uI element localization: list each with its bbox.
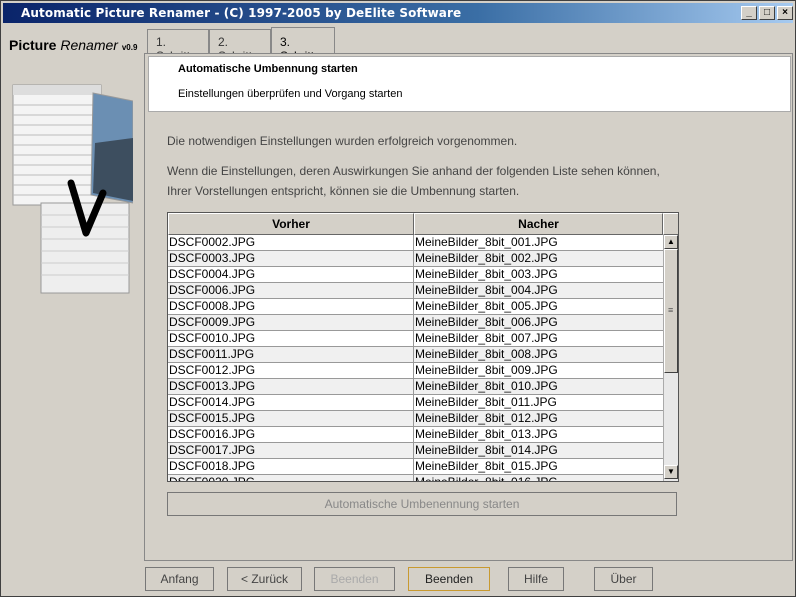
table-row[interactable]: DSCF0012.JPG MeineBilder_8bit_009.JPG (168, 363, 663, 379)
table-row[interactable]: DSCF0014.JPG MeineBilder_8bit_011.JPG (168, 395, 663, 411)
column-header-nacher[interactable]: Nacher (414, 213, 663, 235)
help-button[interactable]: Hilfe (508, 567, 564, 591)
cell-nacher: MeineBilder_8bit_012.JPG (415, 411, 558, 425)
cell-nacher: MeineBilder_8bit_015.JPG (415, 459, 558, 473)
cell-vorher: DSCF0012.JPG (168, 363, 414, 379)
table-row[interactable]: DSCF0002.JPG MeineBilder_8bit_001.JPG (168, 235, 663, 251)
table-row[interactable]: DSCF0004.JPG MeineBilder_8bit_003.JPG (168, 267, 663, 283)
about-button[interactable]: Über (594, 567, 653, 591)
cell-vorher: DSCF0011.JPG (168, 347, 414, 363)
cell-nacher: MeineBilder_8bit_003.JPG (415, 267, 558, 281)
cell-vorher: DSCF0018.JPG (168, 459, 414, 475)
cell-vorher: DSCF0016.JPG (168, 427, 414, 443)
table-row[interactable]: DSCF0020.JPG MeineBilder_8bit_016.JPG (168, 475, 663, 482)
finish-button[interactable]: Beenden (408, 567, 490, 591)
table-row[interactable]: DSCF0016.JPG MeineBilder_8bit_013.JPG (168, 427, 663, 443)
logo-version: v0.9 (121, 43, 138, 52)
close-button[interactable]: × (777, 6, 793, 20)
cell-nacher: MeineBilder_8bit_004.JPG (415, 283, 558, 297)
cell-nacher: MeineBilder_8bit_008.JPG (415, 347, 558, 361)
cell-nacher: MeineBilder_8bit_006.JPG (415, 315, 558, 329)
minimize-button[interactable]: _ (741, 6, 757, 20)
step-subtitle: Einstellungen überprüfen und Vorgang sta… (178, 88, 403, 100)
cell-nacher: MeineBilder_8bit_009.JPG (415, 363, 558, 377)
table-row[interactable]: DSCF0003.JPG MeineBilder_8bit_002.JPG (168, 251, 663, 267)
maximize-button[interactable]: □ (759, 6, 775, 20)
logo-word-picture: Picture (9, 37, 57, 53)
cell-nacher: MeineBilder_8bit_011.JPG (415, 395, 557, 409)
grip-icon: ≡ (668, 305, 674, 315)
tab-step-2[interactable]: 2. Schritt (209, 29, 271, 63)
cell-vorher: DSCF0008.JPG (168, 299, 414, 315)
tab-step-3[interactable]: 3. Schritt (271, 27, 335, 63)
cell-nacher: MeineBilder_8bit_005.JPG (415, 299, 558, 313)
cell-nacher: MeineBilder_8bit_010.JPG (415, 379, 558, 393)
app-logo: Picture Renamer v0.9 (9, 37, 137, 53)
table-body: DSCF0002.JPG MeineBilder_8bit_001.JPG DSCF… (168, 235, 663, 482)
cell-vorher: DSCF0017.JPG (168, 443, 414, 459)
step-title: Automatische Umbennung starten (178, 63, 358, 75)
back-button[interactable]: < Zurück (227, 567, 302, 591)
table-row[interactable]: DSCF0009.JPG MeineBilder_8bit_006.JPG (168, 315, 663, 331)
cell-nacher: MeineBilder_8bit_002.JPG (415, 251, 558, 265)
table-row[interactable]: DSCF0015.JPG MeineBilder_8bit_012.JPG (168, 411, 663, 427)
cell-nacher: MeineBilder_8bit_014.JPG (415, 443, 558, 457)
cell-vorher: DSCF0013.JPG (168, 379, 414, 395)
table-row[interactable]: DSCF0010.JPG MeineBilder_8bit_007.JPG (168, 331, 663, 347)
cell-vorher: DSCF0014.JPG (168, 395, 414, 411)
table-row[interactable]: DSCF0011.JPG MeineBilder_8bit_008.JPG (168, 347, 663, 363)
table-scrollbar[interactable]: ▲ ≡ ▼ (663, 235, 678, 481)
cell-nacher: MeineBilder_8bit_013.JPG (415, 427, 558, 441)
scroll-down-arrow-icon[interactable]: ▼ (664, 465, 678, 479)
table-row[interactable]: DSCF0013.JPG MeineBilder_8bit_010.JPG (168, 379, 663, 395)
cell-vorher: DSCF0002.JPG (168, 235, 414, 251)
title-bar: Automatic Picture Renamer - (C) 1997-200… (3, 3, 793, 23)
cell-nacher: MeineBilder_8bit_007.JPG (415, 331, 558, 345)
column-header-vorher[interactable]: Vorher (168, 213, 414, 235)
first-button[interactable]: Anfang (145, 567, 214, 591)
app-window: Automatic Picture Renamer - (C) 1997-200… (0, 0, 796, 597)
logo-word-renamer: Renamer (60, 37, 118, 53)
illustration-image (12, 84, 133, 294)
scroll-thumb[interactable]: ≡ (664, 249, 678, 373)
next-button[interactable]: Beenden (314, 567, 395, 591)
table-row[interactable]: DSCF0006.JPG MeineBilder_8bit_004.JPG (168, 283, 663, 299)
tab-step-1[interactable]: 1. Schritt (147, 29, 209, 63)
cell-vorher: DSCF0020.JPG (168, 475, 414, 481)
cell-vorher: DSCF0003.JPG (168, 251, 414, 267)
instruction-line-2: Ihrer Vorstellungen entspricht, können s… (167, 184, 520, 198)
sidebar: Picture Renamer v0.9 (3, 25, 143, 565)
table-row[interactable]: DSCF0008.JPG MeineBilder_8bit_005.JPG (168, 299, 663, 315)
table-row[interactable]: DSCF0018.JPG MeineBilder_8bit_015.JPG (168, 459, 663, 475)
step-header: Automatische Umbennung starten Einstellu… (148, 56, 791, 112)
cell-vorher: DSCF0004.JPG (168, 267, 414, 283)
window-title: Automatic Picture Renamer - (C) 1997-200… (21, 6, 462, 20)
column-header-corner (663, 213, 678, 235)
rename-preview-table: Vorher Nacher DSCF0002.JPG MeineBilder_8b… (167, 212, 679, 482)
step-panel: Automatische Umbennung starten Einstellu… (144, 53, 793, 561)
success-message: Die notwendigen Einstellungen wurden erf… (167, 134, 518, 148)
instruction-line-1: Wenn die Einstellungen, deren Auswirkung… (167, 164, 660, 178)
start-renaming-button[interactable]: Automatische Umbenennung starten (167, 492, 677, 516)
table-row[interactable]: DSCF0017.JPG MeineBilder_8bit_014.JPG (168, 443, 663, 459)
cell-vorher: DSCF0009.JPG (168, 315, 414, 331)
cell-nacher: MeineBilder_8bit_016.JPG (415, 475, 558, 482)
cell-nacher: MeineBilder_8bit_001.JPG (415, 235, 558, 249)
scroll-up-arrow-icon[interactable]: ▲ (664, 235, 678, 249)
cell-vorher: DSCF0006.JPG (168, 283, 414, 299)
cell-vorher: DSCF0015.JPG (168, 411, 414, 427)
cell-vorher: DSCF0010.JPG (168, 331, 414, 347)
